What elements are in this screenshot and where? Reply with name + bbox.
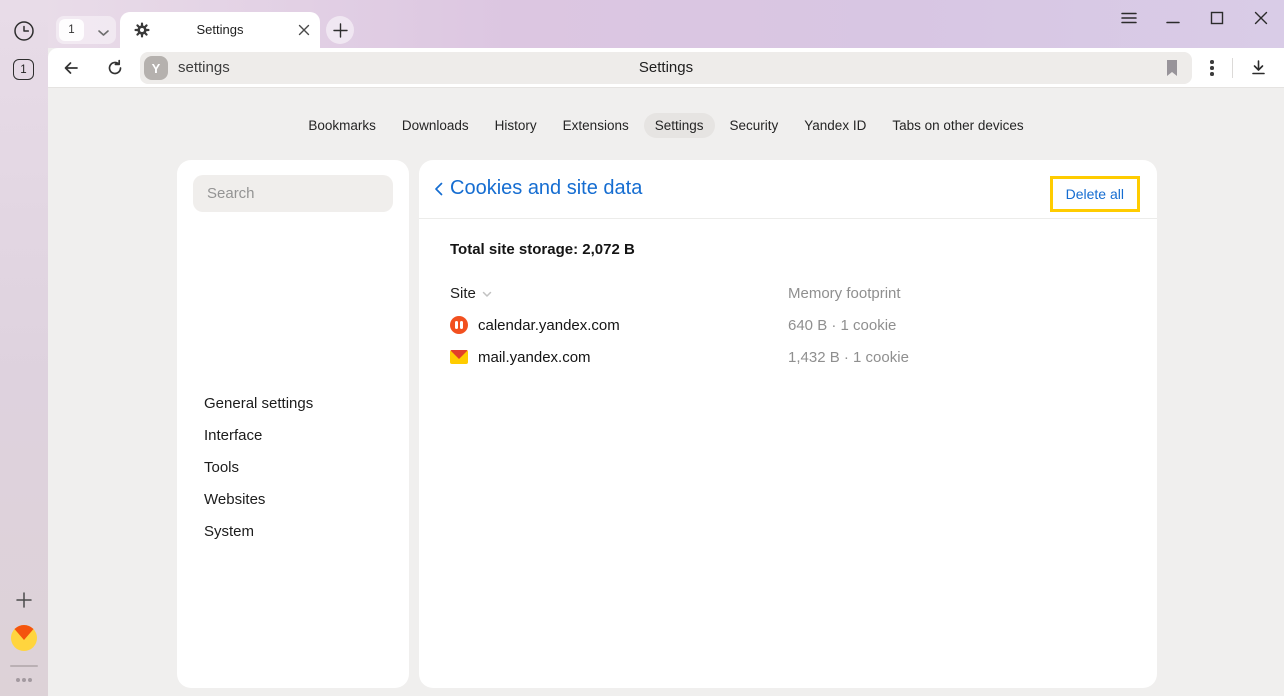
memory-cell: 1,432 B · 1 cookie <box>788 349 909 366</box>
menu-icon[interactable] <box>1121 10 1137 26</box>
site-name: mail.yandex.com <box>478 349 591 366</box>
nav-tab-downloads[interactable]: Downloads <box>391 113 480 138</box>
yandex-site-badge-icon: Y <box>144 56 168 80</box>
nav-tab-other-devices[interactable]: Tabs on other devices <box>881 113 1034 138</box>
page-title: Settings <box>140 52 1192 84</box>
maximize-icon[interactable] <box>1209 10 1225 26</box>
nav-tab-history[interactable]: History <box>484 113 548 138</box>
sidebar-item-interface[interactable]: Interface <box>177 420 409 452</box>
search-input[interactable] <box>193 175 393 212</box>
memory-column-header: Memory footprint <box>788 285 901 302</box>
calendar-favicon-icon <box>450 316 468 334</box>
tab-close-icon[interactable] <box>297 23 311 37</box>
new-tab-button[interactable] <box>326 16 354 44</box>
settings-sidebar: General settings Interface Tools Website… <box>177 160 409 688</box>
settings-nav-tabs: Bookmarks Downloads History Extensions S… <box>48 113 1284 138</box>
toolbar-separator <box>1232 58 1233 78</box>
cookies-panel: Cookies and site data Delete all Total s… <box>419 160 1157 688</box>
chevron-left-icon[interactable] <box>431 181 447 197</box>
site-row-mail[interactable]: mail.yandex.com 1,432 B · 1 cookie <box>450 341 1137 373</box>
bookmark-icon[interactable] <box>1165 59 1179 77</box>
close-icon[interactable] <box>1253 10 1269 26</box>
nav-tab-bookmarks[interactable]: Bookmarks <box>297 113 387 138</box>
site-row-calendar[interactable]: calendar.yandex.com 640 B · 1 cookie <box>450 309 1137 341</box>
delete-all-button[interactable]: Delete all <box>1053 179 1137 209</box>
rail-plus-icon[interactable] <box>16 592 32 608</box>
highlight-box: Delete all <box>1050 176 1140 212</box>
site-cell: mail.yandex.com <box>450 349 788 366</box>
memory-cell: 640 B · 1 cookie <box>788 317 896 334</box>
back-icon[interactable] <box>62 59 80 77</box>
tab-settings[interactable]: Settings <box>120 12 320 48</box>
refresh-icon[interactable] <box>106 59 124 77</box>
site-column-label: Site <box>450 285 476 302</box>
site-column-header[interactable]: Site <box>450 285 492 302</box>
site-cell: calendar.yandex.com <box>450 316 788 334</box>
total-site-storage: Total site storage: 2,072 B <box>450 241 635 258</box>
url-text: settings <box>178 52 230 84</box>
rail-divider <box>10 665 38 667</box>
tab-counter-badge[interactable]: 1 <box>13 59 34 80</box>
history-clock-icon[interactable] <box>13 20 35 42</box>
sidebar-item-websites[interactable]: Websites <box>177 484 409 516</box>
tab-count-label: 1 <box>20 64 26 76</box>
sidebar-item-system[interactable]: System <box>177 516 409 548</box>
tab-group-pill[interactable]: 1 <box>56 16 116 44</box>
rail-more-icon[interactable] <box>16 678 20 682</box>
nav-tab-settings[interactable]: Settings <box>644 113 715 138</box>
sidebar-items: General settings Interface Tools Website… <box>177 388 409 548</box>
sites-table-header: Site Memory footprint <box>450 285 1137 303</box>
mail-favicon-icon <box>450 350 468 364</box>
nav-tab-security[interactable]: Security <box>719 113 790 138</box>
sidebar-item-tools[interactable]: Tools <box>177 452 409 484</box>
cookies-title[interactable]: Cookies and site data <box>450 177 642 200</box>
minimize-icon[interactable] <box>1165 10 1181 26</box>
yandex-badge-letter: Y <box>152 61 161 76</box>
download-icon[interactable] <box>1250 59 1267 76</box>
tab-group-count[interactable]: 1 <box>59 19 84 41</box>
tab-title: Settings <box>150 12 290 48</box>
tab-group-count-label: 1 <box>68 24 74 36</box>
kebab-menu-icon[interactable] <box>1210 59 1214 77</box>
site-name: calendar.yandex.com <box>478 317 620 334</box>
yandex-mail-icon[interactable] <box>11 625 37 651</box>
cookies-panel-header: Cookies and site data Delete all <box>419 160 1157 219</box>
nav-tab-extensions[interactable]: Extensions <box>552 113 640 138</box>
sort-chevron-down-icon <box>482 285 492 302</box>
nav-tab-yandex-id[interactable]: Yandex ID <box>793 113 877 138</box>
gear-icon <box>134 22 150 43</box>
sidebar-item-general-settings[interactable]: General settings <box>177 388 409 420</box>
address-bar[interactable]: Y settings Settings <box>140 52 1192 84</box>
browser-window: 1 1 <box>0 0 1284 696</box>
chevron-down-icon[interactable] <box>97 25 110 43</box>
